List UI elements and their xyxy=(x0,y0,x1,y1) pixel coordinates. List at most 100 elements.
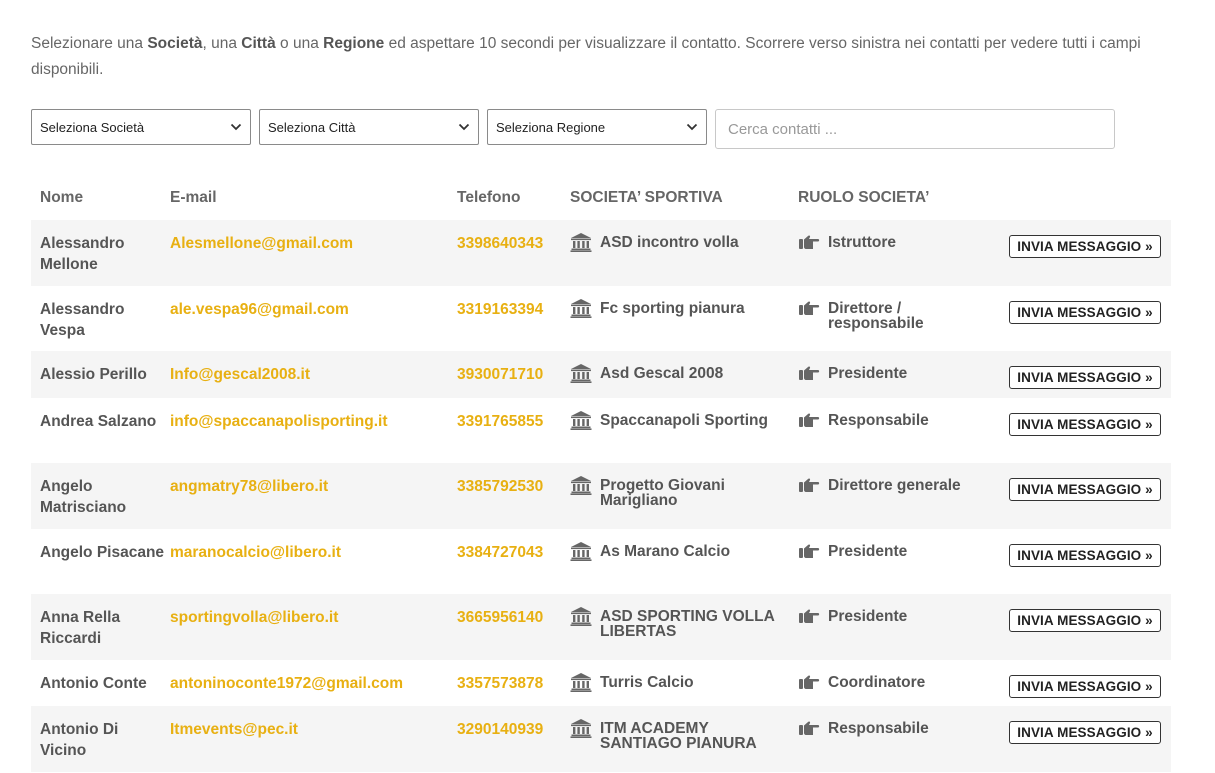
bank-icon xyxy=(570,607,592,626)
bank-icon xyxy=(570,673,592,692)
send-message-button[interactable]: INVIA MESSAGGIO » xyxy=(1009,301,1161,324)
bank-icon xyxy=(570,299,592,318)
contacts-table: Nome E-mail Telefono SOCIETA’ SPORTIVA R… xyxy=(31,176,1171,772)
contact-name: Alessandro Mellone xyxy=(40,235,125,273)
contact-societa: Spaccanapoli Sporting xyxy=(570,411,785,430)
send-message-button[interactable]: INVIA MESSAGGIO » xyxy=(1009,478,1161,501)
bank-icon xyxy=(570,411,592,430)
send-message-button[interactable]: INVIA MESSAGGIO » xyxy=(1009,675,1161,698)
bank-icon xyxy=(570,542,592,561)
table-row: Alessandro Mellone Alesmellone@gmail.com 3… xyxy=(31,220,1171,286)
contact-societa-label: As Marano Calcio xyxy=(600,543,731,560)
societa-select[interactable]: Seleziona Società xyxy=(31,109,251,145)
keyword-citta: Città xyxy=(241,35,276,52)
hand-pointing-right-icon xyxy=(799,366,820,380)
societa-select-value: Seleziona Società xyxy=(40,119,145,135)
contact-societa-label: ITM ACADEMY SANTIAGO PIANURA xyxy=(600,720,757,752)
contact-societa: Fc sporting pianura xyxy=(570,299,785,318)
hand-pointing-right-icon xyxy=(799,478,820,492)
contact-societa-label: Asd Gescal 2008 xyxy=(600,365,724,382)
table-row: Angelo Matrisciano angmatry78@libero.it 33… xyxy=(31,463,1171,529)
send-message-button[interactable]: INVIA MESSAGGIO » xyxy=(1009,413,1161,436)
contact-phone-link[interactable]: 3357573878 xyxy=(457,673,543,694)
contact-ruolo-label: Presidente xyxy=(828,543,908,560)
regione-select[interactable]: Seleziona Regione xyxy=(487,109,707,145)
send-message-button[interactable]: INVIA MESSAGGIO » xyxy=(1009,366,1161,389)
contact-email-link[interactable]: angmatry78@libero.it xyxy=(170,476,328,497)
contact-ruolo-label: Presidente xyxy=(828,608,908,625)
contact-ruolo-label: Coordinatore xyxy=(828,674,926,691)
header-societa: SOCIETA’ SPORTIVA xyxy=(570,189,723,206)
contact-ruolo: Direttore generale xyxy=(798,478,978,495)
contact-email-link[interactable]: Info@gescal2008.it xyxy=(170,364,310,385)
contact-email-link[interactable]: Itmevents@pec.it xyxy=(170,719,298,740)
contact-name: Alessandro Vespa xyxy=(40,301,125,339)
contact-societa: ASD incontro volla xyxy=(570,233,785,252)
table-row: Anna Rella Riccardi sportingvolla@libero.… xyxy=(31,594,1171,660)
contact-societa-label: ASD incontro volla xyxy=(600,234,739,251)
send-message-button[interactable]: INVIA MESSAGGIO » xyxy=(1009,721,1161,744)
contact-societa-label: Spaccanapoli Sporting xyxy=(600,412,768,429)
contact-societa-label: Progetto Giovani Marigliano xyxy=(600,477,725,509)
contact-ruolo: Coordinatore xyxy=(798,675,978,692)
contact-ruolo-label: Istruttore xyxy=(828,234,897,251)
hand-pointing-right-icon xyxy=(799,544,820,558)
send-message-button[interactable]: INVIA MESSAGGIO » xyxy=(1009,544,1161,567)
contact-ruolo: Presidente xyxy=(798,609,978,626)
table-header: Nome E-mail Telefono SOCIETA’ SPORTIVA R… xyxy=(31,176,1171,220)
contact-phone-link[interactable]: 3398640343 xyxy=(457,233,543,254)
send-message-button[interactable]: INVIA MESSAGGIO » xyxy=(1009,609,1161,632)
send-message-button[interactable]: INVIA MESSAGGIO » xyxy=(1009,235,1161,258)
search-contacts-input[interactable] xyxy=(715,109,1115,149)
contact-societa: ITM ACADEMY SANTIAGO PIANURA xyxy=(570,719,785,752)
contact-name: Andrea Salzano xyxy=(40,413,157,430)
contact-phone-link[interactable]: 3290140939 xyxy=(457,719,543,740)
contact-email-link[interactable]: info@spaccanapolisporting.it xyxy=(170,411,388,432)
table-body: Alessandro Mellone Alesmellone@gmail.com 3… xyxy=(31,220,1171,772)
regione-select-value: Seleziona Regione xyxy=(496,119,606,135)
contact-ruolo: Presidente xyxy=(798,366,978,383)
contact-email-link[interactable]: ale.vespa96@gmail.com xyxy=(170,299,349,320)
keyword-societa: Società xyxy=(147,35,203,52)
contact-name: Antonio Di Vicino xyxy=(40,721,119,759)
contact-ruolo: Istruttore xyxy=(798,235,978,252)
contact-email-link[interactable]: sportingvolla@libero.it xyxy=(170,607,338,628)
contact-phone-link[interactable]: 3665956140 xyxy=(457,607,543,628)
hand-pointing-right-icon xyxy=(799,413,820,427)
contact-email-link[interactable]: maranocalcio@libero.it xyxy=(170,542,341,563)
contact-phone-link[interactable]: 3384727043 xyxy=(457,542,543,563)
contact-societa-label: Turris Calcio xyxy=(600,674,694,691)
contact-phone-link[interactable]: 3930071710 xyxy=(457,364,543,385)
hand-pointing-right-icon xyxy=(799,609,820,623)
contact-societa-label: ASD SPORTING VOLLA LIBERTAS xyxy=(600,608,775,640)
contact-societa: As Marano Calcio xyxy=(570,542,785,561)
contact-ruolo-label: Responsabile xyxy=(828,412,929,429)
contact-phone-link[interactable]: 3391765855 xyxy=(457,411,543,432)
bank-icon xyxy=(570,719,592,738)
bank-icon xyxy=(570,364,592,383)
contact-ruolo-label: Responsabile xyxy=(828,720,929,737)
table-row: Alessandro Vespa ale.vespa96@gmail.com 331… xyxy=(31,286,1171,351)
contact-ruolo: Direttore / responsabile xyxy=(798,301,978,331)
chevron-down-icon xyxy=(686,123,698,131)
contact-societa-label: Fc sporting pianura xyxy=(600,300,745,317)
citta-select[interactable]: Seleziona Città xyxy=(259,109,479,145)
contact-name: Antonio Conte xyxy=(40,675,147,692)
table-row: Andrea Salzano info@spaccanapolisporting.… xyxy=(31,398,1171,463)
contact-name: Angelo Pisacane xyxy=(40,544,165,561)
contact-email-link[interactable]: Alesmellone@gmail.com xyxy=(170,233,353,254)
table-row: Antonio Conte antoninoconte1972@gmail.com… xyxy=(31,660,1171,706)
header-ruolo: RUOLO SOCIETA’ xyxy=(798,189,930,206)
contact-societa: ASD SPORTING VOLLA LIBERTAS xyxy=(570,607,785,640)
table-row: Alessio Perillo Info@gescal2008.it 3930071… xyxy=(31,351,1171,398)
contact-name: Angelo Matrisciano xyxy=(40,478,127,516)
header-email: E-mail xyxy=(170,189,217,206)
contact-phone-link[interactable]: 3385792530 xyxy=(457,476,543,497)
hand-pointing-right-icon xyxy=(799,721,820,735)
chevron-down-icon xyxy=(458,123,470,131)
chevron-down-icon xyxy=(230,123,242,131)
contact-societa: Turris Calcio xyxy=(570,673,785,692)
contact-email-link[interactable]: antoninoconte1972@gmail.com xyxy=(170,673,403,694)
contact-phone-link[interactable]: 3319163394 xyxy=(457,299,543,320)
contact-ruolo: Responsabile xyxy=(798,721,978,738)
